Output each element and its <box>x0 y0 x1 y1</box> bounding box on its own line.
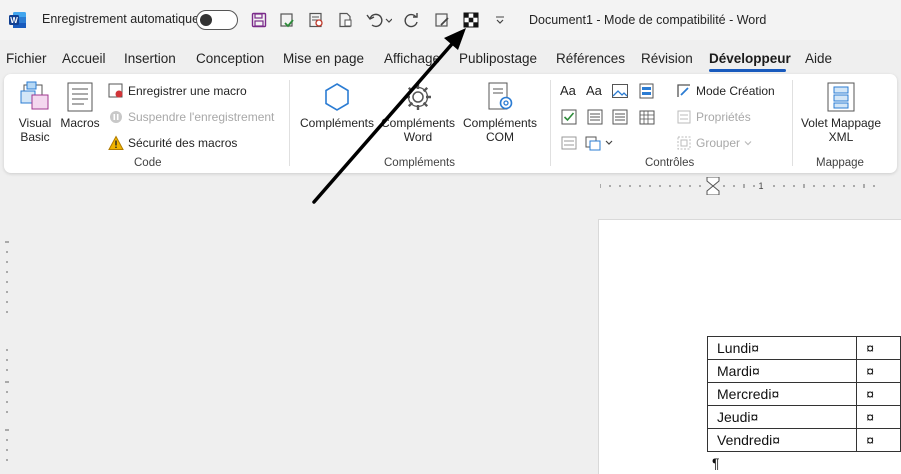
warning-icon <box>108 135 124 150</box>
ribbon-tabs: Fichier Accueil Insertion Conception Mis… <box>0 44 901 72</box>
table-row[interactable]: Vendredi¤ ¤ <box>706 428 901 452</box>
table-cell[interactable]: Mardi¤ <box>706 359 858 383</box>
plain-text-control-icon[interactable]: Aa <box>586 83 604 101</box>
tab-revision[interactable]: Révision <box>641 51 693 66</box>
tab-affichage[interactable]: Affichage <box>384 51 440 66</box>
tab-publipostage[interactable]: Publipostage <box>459 51 537 66</box>
properties-icon <box>677 110 691 124</box>
title-bar: W Enregistrement automatique Document1 -… <box>0 0 901 40</box>
word-logo-icon: W <box>9 12 26 28</box>
group-button[interactable]: Grouper <box>676 135 752 151</box>
autosave-label: Enregistrement automatique <box>42 12 200 26</box>
table-row[interactable]: Lundi¤ ¤ <box>706 336 901 360</box>
save-icon[interactable] <box>249 10 269 30</box>
table-cell[interactable]: Mercredi¤ <box>706 382 858 406</box>
tab-accueil[interactable]: Accueil <box>62 51 106 66</box>
table-cell[interactable]: ¤ <box>856 428 901 452</box>
group-label-code: Code <box>134 157 162 169</box>
picture-control-icon[interactable] <box>611 82 629 100</box>
tab-conception[interactable]: Conception <box>196 51 264 66</box>
check-doc-icon[interactable] <box>277 10 297 30</box>
group-icon <box>677 136 691 150</box>
pause-recording-button[interactable]: Suspendre l'enregistrement <box>108 109 274 125</box>
tab-fichier[interactable]: Fichier <box>6 51 47 66</box>
edit-doc-icon[interactable] <box>432 10 452 30</box>
tab-references[interactable]: Références <box>556 51 625 66</box>
properties-button[interactable]: Propriétés <box>676 109 751 125</box>
active-tab-indicator <box>709 69 786 72</box>
table-cell[interactable]: Jeudi¤ <box>706 405 858 429</box>
undo-icon[interactable] <box>365 10 393 30</box>
rich-text-control-icon[interactable]: Aa <box>560 83 578 101</box>
group-label-controls: Contrôles <box>645 157 695 169</box>
com-addins-button[interactable]: Compléments COM <box>460 81 540 144</box>
design-mode-icon <box>677 84 690 97</box>
autosave-toggle[interactable] <box>196 10 238 30</box>
combo-box-control-icon[interactable] <box>586 108 604 126</box>
table-cell[interactable]: ¤ <box>856 382 901 406</box>
redo-icon[interactable] <box>402 10 422 30</box>
visual-basic-button[interactable]: Visual Basic <box>12 81 58 144</box>
chevron-down-icon <box>744 141 752 146</box>
ruler-number: 1 <box>758 181 763 191</box>
paragraph-mark: ¶ <box>712 455 720 471</box>
document-title: Document1 - Mode de compatibilité - Word <box>529 13 767 27</box>
building-block-control-icon[interactable] <box>638 82 656 100</box>
group-label-mapping: Mappage <box>816 157 864 169</box>
macros-button[interactable]: Macros <box>58 81 102 130</box>
tab-aide[interactable]: Aide <box>805 51 832 66</box>
record-macro-icon <box>108 83 123 98</box>
legacy-tools-icon[interactable] <box>584 134 614 152</box>
tab-developpeur[interactable]: Développeur <box>709 51 791 66</box>
group-separator <box>289 80 290 166</box>
pause-icon <box>110 111 122 123</box>
hexagon-addins-icon <box>325 83 349 111</box>
table-row[interactable]: Mardi¤ ¤ <box>706 359 901 383</box>
customize-qat-icon[interactable] <box>490 10 510 30</box>
group-separator <box>550 80 551 166</box>
checkbox-control-icon[interactable] <box>560 108 578 126</box>
xml-mapping-pane-button[interactable]: Volet Mappage XML <box>800 81 882 144</box>
days-table[interactable]: Lundi¤ ¤ Mardi¤ ¤ Mercredi¤ ¤ Jeudi¤ ¤ Vendr… <box>706 336 901 452</box>
table-cell[interactable]: Lundi¤ <box>706 336 858 360</box>
table-row[interactable]: Jeudi¤ ¤ <box>706 405 901 429</box>
tab-insertion[interactable]: Insertion <box>124 51 176 66</box>
xml-mapping-icon <box>827 82 855 112</box>
table-cell[interactable]: ¤ <box>856 405 901 429</box>
gear-icon <box>405 84 431 110</box>
addins-button[interactable]: Compléments <box>297 81 377 130</box>
table-cell[interactable]: Vendredi¤ <box>706 428 858 452</box>
design-mode-button[interactable]: Mode Création <box>676 83 775 99</box>
macro-security-button[interactable]: Sécurité des macros <box>108 135 237 151</box>
document-icon[interactable] <box>335 10 355 30</box>
table-row[interactable]: Mercredi¤ ¤ <box>706 382 901 406</box>
group-label-addins: Compléments <box>384 157 455 169</box>
vertical-ruler[interactable] <box>0 200 14 474</box>
repeating-section-control-icon[interactable] <box>560 134 578 152</box>
horizontal-ruler[interactable]: 1 <box>600 177 901 195</box>
checkerboard-icon[interactable] <box>461 10 481 30</box>
word-addins-button[interactable]: Compléments Word <box>378 81 458 144</box>
svg-text:W: W <box>10 16 18 25</box>
table-cell[interactable]: ¤ <box>856 359 901 383</box>
date-picker-control-icon[interactable] <box>638 108 656 126</box>
visual-basic-icon <box>20 81 49 110</box>
table-cell[interactable]: ¤ <box>856 336 901 360</box>
com-addins-icon <box>488 82 513 110</box>
print-preview-icon[interactable] <box>306 10 326 30</box>
tab-mise-en-page[interactable]: Mise en page <box>283 51 364 66</box>
record-macro-button[interactable]: Enregistrer une macro <box>108 83 247 99</box>
macros-icon <box>67 82 93 112</box>
group-separator <box>792 80 793 166</box>
dropdown-list-control-icon[interactable] <box>611 108 629 126</box>
